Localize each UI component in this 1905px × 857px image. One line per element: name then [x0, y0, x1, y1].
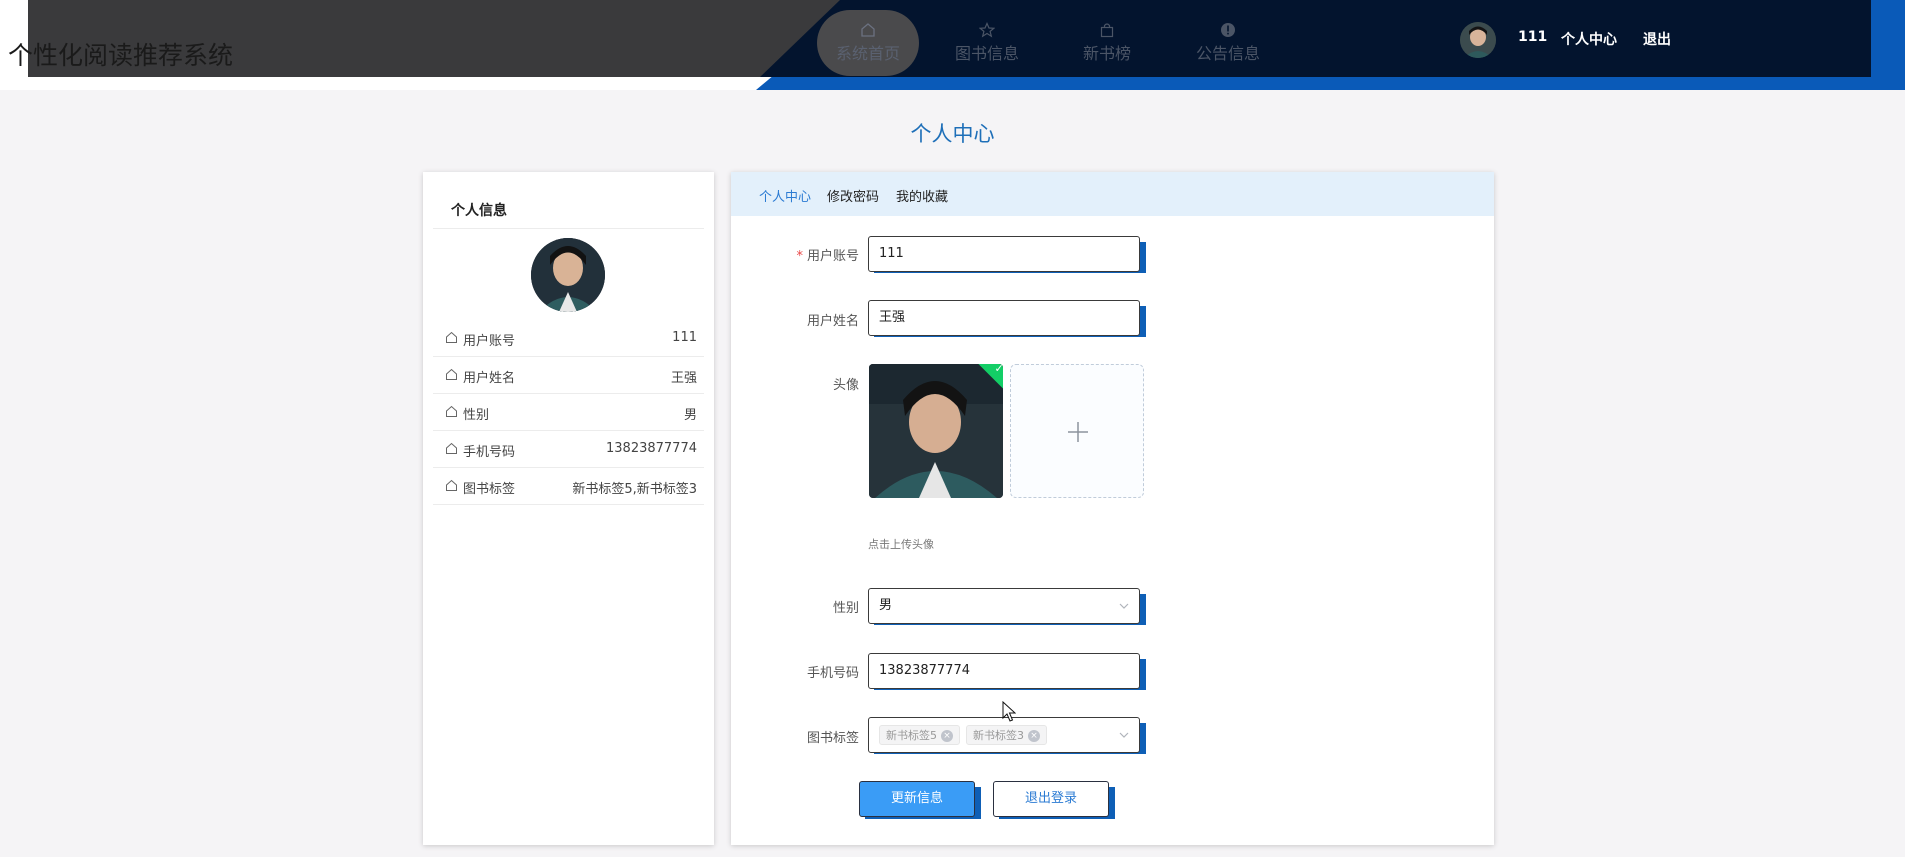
home-icon — [446, 442, 457, 454]
nav-item-home[interactable]: 系统首页 — [817, 10, 919, 76]
home-icon — [446, 368, 457, 380]
plus-icon — [1068, 422, 1088, 442]
tag-chip-label: 新书标签5 — [886, 728, 937, 742]
avatar-label: 头像 — [832, 378, 859, 393]
info-row-tags: 图书标签 新书标签5,新书标签3 — [433, 468, 704, 505]
update-info-button[interactable]: 更新信息 — [859, 781, 975, 817]
nav-label: 公告信息 — [1195, 44, 1260, 63]
info-row-gender: 性别 男 — [433, 394, 704, 431]
info-label: 用户账号 — [463, 334, 516, 349]
tags-label: 图书标签 — [806, 731, 859, 746]
gender-label: 性别 — [832, 601, 859, 616]
info-value: 13823877774 — [606, 441, 697, 456]
avatar-image — [869, 364, 1003, 498]
home-icon — [861, 23, 875, 37]
nav-label: 新书榜 — [1082, 44, 1131, 63]
profile-card-title: 个人信息 — [451, 203, 507, 219]
avatar-image — [531, 238, 605, 312]
account-field-wrap: 111 — [868, 236, 1146, 273]
chevron-down-icon — [1119, 732, 1129, 738]
avatar-upload-hint: 点击上传头像 — [868, 538, 934, 551]
tag-chip-label: 新书标签3 — [973, 728, 1024, 742]
info-row-phone: 手机号码 13823877774 — [433, 431, 704, 468]
home-icon — [446, 331, 457, 343]
account-input[interactable]: 111 — [868, 236, 1140, 272]
nav-label: 图书信息 — [954, 44, 1019, 63]
info-label: 性别 — [463, 408, 490, 423]
mouse-cursor-icon — [1002, 701, 1016, 722]
info-row-name: 用户姓名 王强 — [433, 357, 704, 394]
site-title: 个性化阅读推荐系统 — [8, 41, 234, 70]
nav-label: 系统首页 — [835, 44, 900, 63]
tag-chip: 新书标签3 × — [966, 724, 1047, 745]
phone-label: 手机号码 — [806, 666, 859, 681]
tag-chip: 新书标签5 × — [879, 724, 960, 745]
phone-field-wrap: 13823877774 — [868, 653, 1146, 690]
profile-card: 个人信息 用户账号 111 用户姓名 王强 性别 男 手机号码 13823877… — [423, 172, 714, 845]
info-label: 手机号码 — [463, 445, 516, 460]
info-value: 新书标签5,新书标签3 — [572, 482, 697, 497]
info-label: 图书标签 — [463, 482, 516, 497]
name-input[interactable]: 王强 — [868, 300, 1140, 336]
info-value: 王强 — [670, 371, 697, 386]
logout-link[interactable]: 退出 — [1643, 29, 1671, 49]
tab-change-password[interactable]: 修改密码 — [827, 186, 879, 205]
gender-selected-value: 男 — [879, 598, 893, 613]
info-label: 用户姓名 — [463, 371, 516, 386]
required-mark: * — [796, 249, 803, 264]
info-icon — [1221, 23, 1235, 37]
info-value: 男 — [683, 408, 697, 423]
page-title: 个人中心 — [910, 122, 995, 146]
name-field-wrap: 王强 — [868, 300, 1146, 337]
gender-select[interactable]: 男 — [868, 588, 1140, 624]
chevron-down-icon — [1119, 603, 1129, 609]
phone-input[interactable]: 13823877774 — [868, 653, 1140, 689]
account-label: * 用户账号 — [729, 245, 859, 264]
info-row-account: 用户账号 111 — [433, 320, 704, 357]
tabs-bar: 个人中心 修改密码 我的收藏 — [731, 172, 1494, 216]
close-icon[interactable]: × — [941, 729, 953, 742]
name-label: 用户姓名 — [806, 314, 859, 329]
user-center-link[interactable]: 个人中心 — [1561, 29, 1617, 49]
uploaded-avatar[interactable]: ✓ — [869, 364, 1003, 498]
info-value: 111 — [672, 330, 697, 345]
nav-item-books[interactable]: 图书信息 — [936, 10, 1038, 76]
bag-icon — [1100, 23, 1114, 38]
nav-item-new-books[interactable]: 新书榜 — [1056, 10, 1158, 76]
close-icon[interactable]: × — [1028, 729, 1040, 742]
gender-field-wrap: 男 — [868, 588, 1146, 625]
home-icon — [446, 479, 457, 491]
account-label-text: 用户账号 — [806, 249, 859, 264]
avatar-upload-button[interactable] — [1010, 364, 1144, 498]
nav-item-notices[interactable]: 公告信息 — [1177, 10, 1279, 76]
logout-button[interactable]: 退出登录 — [993, 781, 1109, 817]
home-icon — [446, 405, 457, 417]
header-username: 111 — [1518, 29, 1548, 45]
top-header: 个性化阅读推荐系统 系统首页 图书信息 新书榜 公告信息 111 个人中心 退出 — [0, 0, 1905, 90]
user-avatar[interactable] — [1460, 22, 1496, 58]
tab-my-favorites[interactable]: 我的收藏 — [896, 186, 948, 205]
check-icon: ✓ — [994, 364, 1003, 375]
divider — [433, 228, 704, 229]
tab-personal-center[interactable]: 个人中心 — [759, 186, 811, 205]
avatar-image — [1460, 22, 1496, 58]
profile-avatar — [531, 238, 605, 312]
star-icon — [979, 22, 995, 38]
